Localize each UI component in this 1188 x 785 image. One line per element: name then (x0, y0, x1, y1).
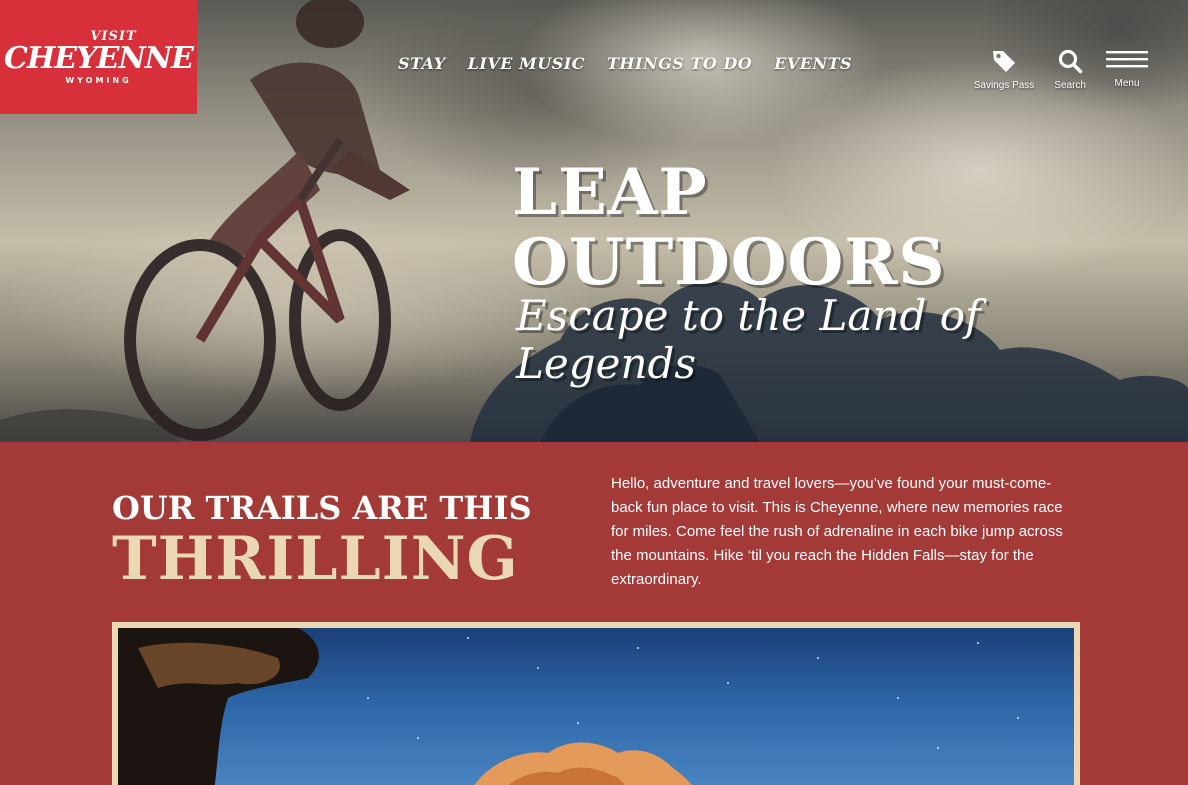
intro-heading-line1: OUR TRAILS ARE THIS (112, 489, 532, 527)
header-tools: Savings Pass Search Menu (974, 48, 1148, 91)
visit-cheyenne-logo[interactable]: VISIT CHEYENNE WYOMING (0, 0, 197, 114)
search-icon (1059, 49, 1083, 74)
nav-item-live-music[interactable]: LIVE MUSIC (468, 54, 585, 73)
search-label: Search (1054, 80, 1086, 91)
logo-wyoming-text: WYOMING (65, 76, 132, 85)
intro-heading: OUR TRAILS ARE THIS THRILLING (112, 488, 532, 590)
nav-item-events[interactable]: EVENTS (774, 54, 852, 73)
hamburger-icon (1106, 51, 1148, 68)
nav-item-things-to-do[interactable]: THINGS TO DO (607, 54, 752, 73)
menu-label: Menu (1114, 78, 1140, 89)
intro-heading-line2: THRILLING (112, 524, 519, 594)
featured-photo (118, 628, 1074, 785)
featured-photo-frame (112, 622, 1080, 785)
night-sky-image (118, 628, 1019, 785)
menu-button[interactable]: Menu (1106, 48, 1148, 89)
logo-cheyenne-text: CHEYENNE (3, 41, 194, 76)
hero-banner: VISIT CHEYENNE WYOMING STAY LIVE MUSIC T… (0, 0, 1188, 442)
savings-pass-label: Savings Pass (973, 80, 1035, 91)
hero-headline-block: LEAP OUTDOORS Escape to the Land of Lege… (512, 158, 1072, 388)
savings-pass-button[interactable]: Savings Pass (973, 48, 1035, 91)
hero-subheadline: Escape to the Land of Legends (516, 291, 981, 388)
nav-item-stay[interactable]: STAY (398, 54, 446, 73)
main-nav: STAY LIVE MUSIC THINGS TO DO EVENTS (398, 54, 852, 73)
intro-body-text: Hello, adventure and travel lovers—you’v… (611, 475, 1063, 588)
tag-icon (993, 51, 1016, 72)
hero-headline: LEAP OUTDOORS (512, 155, 946, 300)
search-button[interactable]: Search (1054, 48, 1086, 91)
